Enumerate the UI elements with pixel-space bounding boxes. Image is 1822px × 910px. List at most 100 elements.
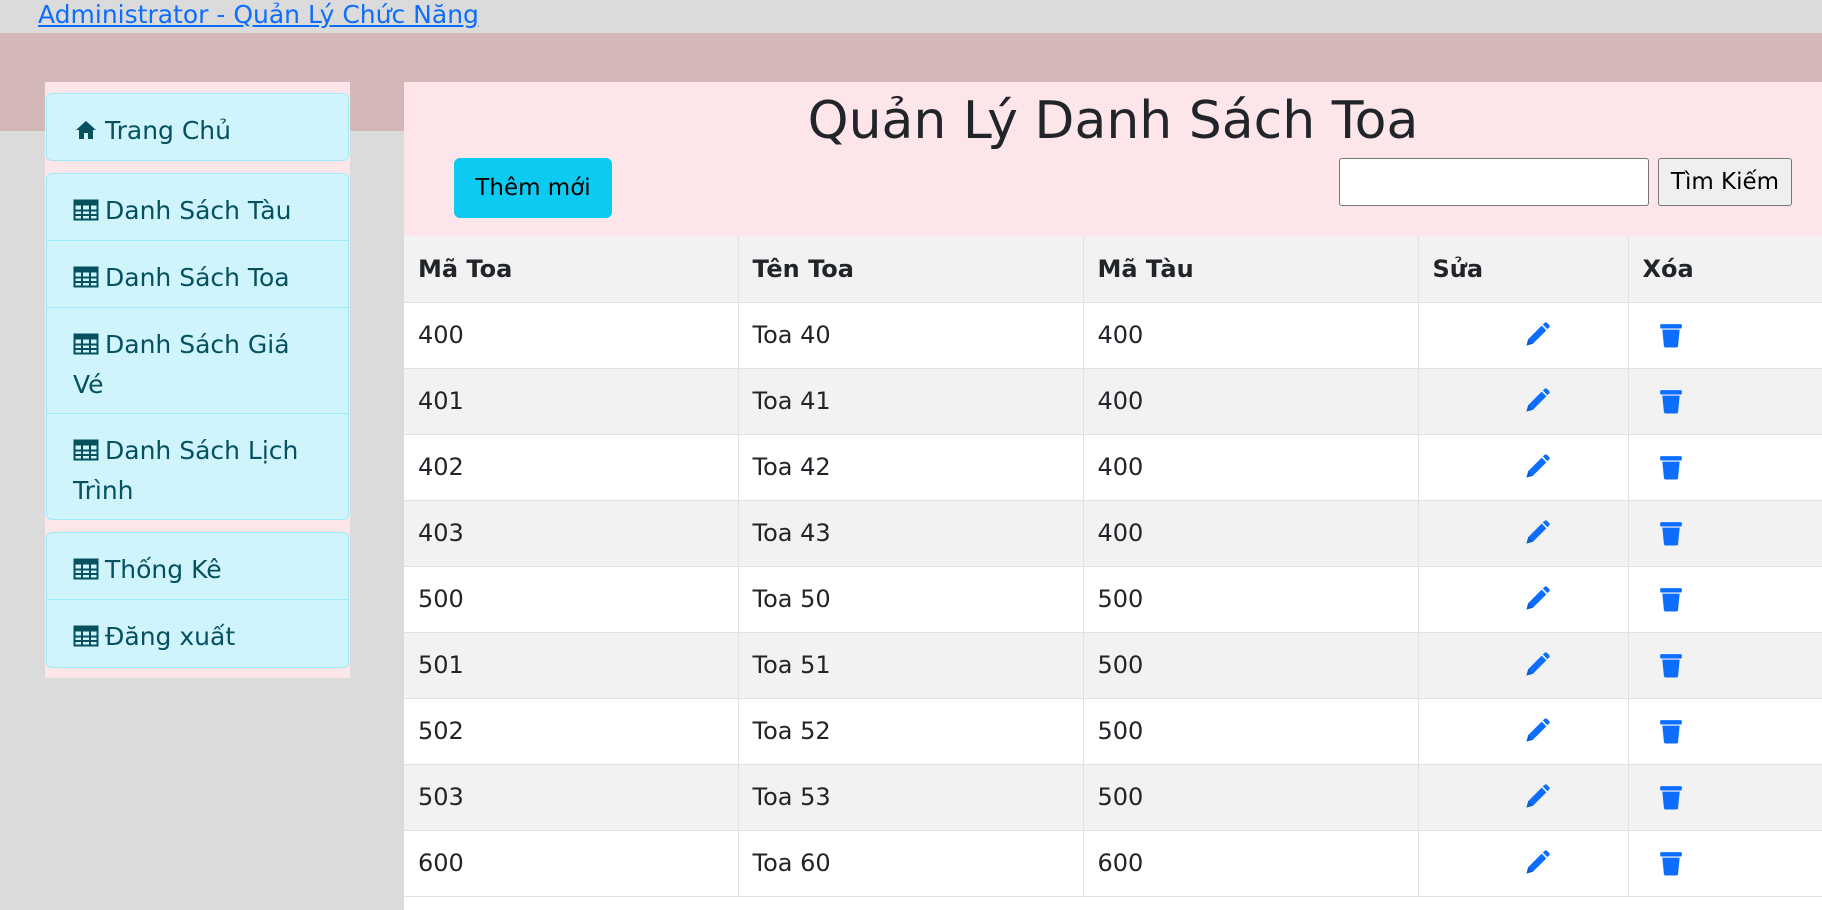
cell-delete bbox=[1628, 698, 1822, 765]
cell-edit bbox=[1418, 302, 1629, 369]
cell-car-code: 401 bbox=[404, 368, 739, 435]
column-header-edit: Sửa bbox=[1418, 236, 1629, 303]
sidebar-item-label: Đăng xuất bbox=[105, 622, 236, 651]
sidebar-item-cars[interactable]: Danh Sách Toa bbox=[47, 241, 348, 308]
table-row: 500 Toa 50 500 bbox=[404, 566, 1822, 633]
table-icon bbox=[73, 266, 99, 288]
table-body: 400 Toa 40 400 401 Toa 41 400 402 Toa 42 400 403 T… bbox=[404, 302, 1822, 897]
page-title: Quản Lý Danh Sách Toa bbox=[807, 91, 1419, 151]
cell-edit bbox=[1418, 368, 1629, 435]
cell-edit bbox=[1418, 566, 1629, 633]
add-new-button[interactable]: Thêm mới bbox=[454, 158, 612, 218]
search-input[interactable] bbox=[1339, 158, 1649, 206]
pencil-icon[interactable] bbox=[1523, 717, 1551, 745]
table-header-row: Mã Toa Tên Toa Mã Tàu Sửa Xóa bbox=[404, 236, 1822, 303]
table-icon bbox=[73, 199, 99, 221]
cell-car-code: 500 bbox=[404, 566, 739, 633]
cell-car-code: 403 bbox=[404, 500, 739, 567]
cell-car-name: Toa 41 bbox=[738, 368, 1084, 435]
cell-car-code: 402 bbox=[404, 434, 739, 501]
home-icon bbox=[76, 121, 96, 139]
sidebar-group-lists: Danh Sách Tàu Danh Sách Toa Danh Sách Gi… bbox=[46, 173, 349, 520]
trash-icon[interactable] bbox=[1659, 586, 1683, 612]
cell-edit bbox=[1418, 632, 1629, 699]
table-icon bbox=[73, 439, 99, 461]
table-icon bbox=[73, 558, 99, 580]
cell-car-name: Toa 52 bbox=[738, 698, 1084, 765]
cell-train-code: 500 bbox=[1083, 566, 1419, 633]
cell-car-code: 501 bbox=[404, 632, 739, 699]
pencil-icon[interactable] bbox=[1523, 321, 1551, 349]
sidebar-item-label: Danh Sách Toa bbox=[105, 263, 290, 292]
cell-car-name: Toa 43 bbox=[738, 500, 1084, 567]
table-row: 502 Toa 52 500 bbox=[404, 698, 1822, 765]
cell-train-code: 400 bbox=[1083, 434, 1419, 501]
admin-link[interactable]: Administrator - Quản Lý Chức Năng bbox=[38, 0, 479, 30]
sidebar-item-home[interactable]: Trang Chủ bbox=[47, 94, 348, 160]
sidebar-item-trains[interactable]: Danh Sách Tàu bbox=[47, 174, 348, 241]
column-header-car-code: Mã Toa bbox=[404, 236, 739, 303]
cell-train-code: 500 bbox=[1083, 764, 1419, 831]
cell-car-name: Toa 50 bbox=[738, 566, 1084, 633]
sidebar-item-label: Danh Sách Lịch Trình bbox=[73, 436, 299, 505]
table-row: 401 Toa 41 400 bbox=[404, 368, 1822, 435]
trash-icon[interactable] bbox=[1659, 520, 1683, 546]
pencil-icon[interactable] bbox=[1523, 387, 1551, 415]
pencil-icon[interactable] bbox=[1523, 453, 1551, 481]
cell-car-name: Toa 53 bbox=[738, 764, 1084, 831]
table-row: 600 Toa 60 600 bbox=[404, 830, 1822, 897]
cell-delete bbox=[1628, 764, 1822, 831]
cars-table: Mã Toa Tên Toa Mã Tàu Sửa Xóa 400 Toa 40 4… bbox=[404, 236, 1822, 897]
cell-edit bbox=[1418, 830, 1629, 897]
trash-icon[interactable] bbox=[1659, 718, 1683, 744]
cell-car-name: Toa 42 bbox=[738, 434, 1084, 501]
cell-delete bbox=[1628, 500, 1822, 567]
cell-car-name: Toa 40 bbox=[738, 302, 1084, 369]
table-row: 402 Toa 42 400 bbox=[404, 434, 1822, 501]
cell-car-code: 600 bbox=[404, 830, 739, 897]
cell-delete bbox=[1628, 566, 1822, 633]
cell-train-code: 500 bbox=[1083, 698, 1419, 765]
sidebar: Trang Chủ Danh Sách Tàu Danh Sách Toa Da… bbox=[45, 82, 350, 678]
sidebar-item-logout[interactable]: Đăng xuất bbox=[47, 600, 348, 667]
sidebar-item-label: Thống Kê bbox=[105, 555, 222, 584]
main-header: Quản Lý Danh Sách Toa Thêm mới Tìm Kiếm bbox=[404, 82, 1822, 236]
cell-edit bbox=[1418, 500, 1629, 567]
search-button[interactable]: Tìm Kiếm bbox=[1658, 158, 1792, 206]
sidebar-item-statistics[interactable]: Thống Kê bbox=[47, 533, 348, 600]
sidebar-item-label: Trang Chủ bbox=[105, 116, 232, 145]
cell-car-code: 400 bbox=[404, 302, 739, 369]
sidebar-item-label: Danh Sách Tàu bbox=[105, 196, 292, 225]
column-header-car-name: Tên Toa bbox=[738, 236, 1084, 303]
pencil-icon[interactable] bbox=[1523, 783, 1551, 811]
cell-car-code: 503 bbox=[404, 764, 739, 831]
table-icon bbox=[73, 333, 99, 355]
pencil-icon[interactable] bbox=[1523, 651, 1551, 679]
trash-icon[interactable] bbox=[1659, 850, 1683, 876]
pencil-icon[interactable] bbox=[1523, 849, 1551, 877]
trash-icon[interactable] bbox=[1659, 652, 1683, 678]
pencil-icon[interactable] bbox=[1523, 585, 1551, 613]
trash-icon[interactable] bbox=[1659, 322, 1683, 348]
sidebar-group-other: Thống Kê Đăng xuất bbox=[46, 532, 349, 668]
cell-train-code: 600 bbox=[1083, 830, 1419, 897]
column-header-delete: Xóa bbox=[1628, 236, 1822, 303]
cell-delete bbox=[1628, 830, 1822, 897]
cell-edit bbox=[1418, 698, 1629, 765]
cell-delete bbox=[1628, 368, 1822, 435]
top-bar: Administrator - Quản Lý Chức Năng bbox=[0, 0, 1822, 33]
cell-train-code: 400 bbox=[1083, 302, 1419, 369]
sidebar-item-schedules[interactable]: Danh Sách Lịch Trình bbox=[47, 414, 348, 519]
cell-train-code: 400 bbox=[1083, 500, 1419, 567]
cell-delete bbox=[1628, 434, 1822, 501]
trash-icon[interactable] bbox=[1659, 388, 1683, 414]
table-row: 501 Toa 51 500 bbox=[404, 632, 1822, 699]
pencil-icon[interactable] bbox=[1523, 519, 1551, 547]
trash-icon[interactable] bbox=[1659, 454, 1683, 480]
table-row: 503 Toa 53 500 bbox=[404, 764, 1822, 831]
cell-car-name: Toa 51 bbox=[738, 632, 1084, 699]
sidebar-item-fares[interactable]: Danh Sách Giá Vé bbox=[47, 308, 348, 414]
cell-train-code: 400 bbox=[1083, 368, 1419, 435]
sidebar-item-label: Danh Sách Giá Vé bbox=[73, 330, 290, 399]
trash-icon[interactable] bbox=[1659, 784, 1683, 810]
